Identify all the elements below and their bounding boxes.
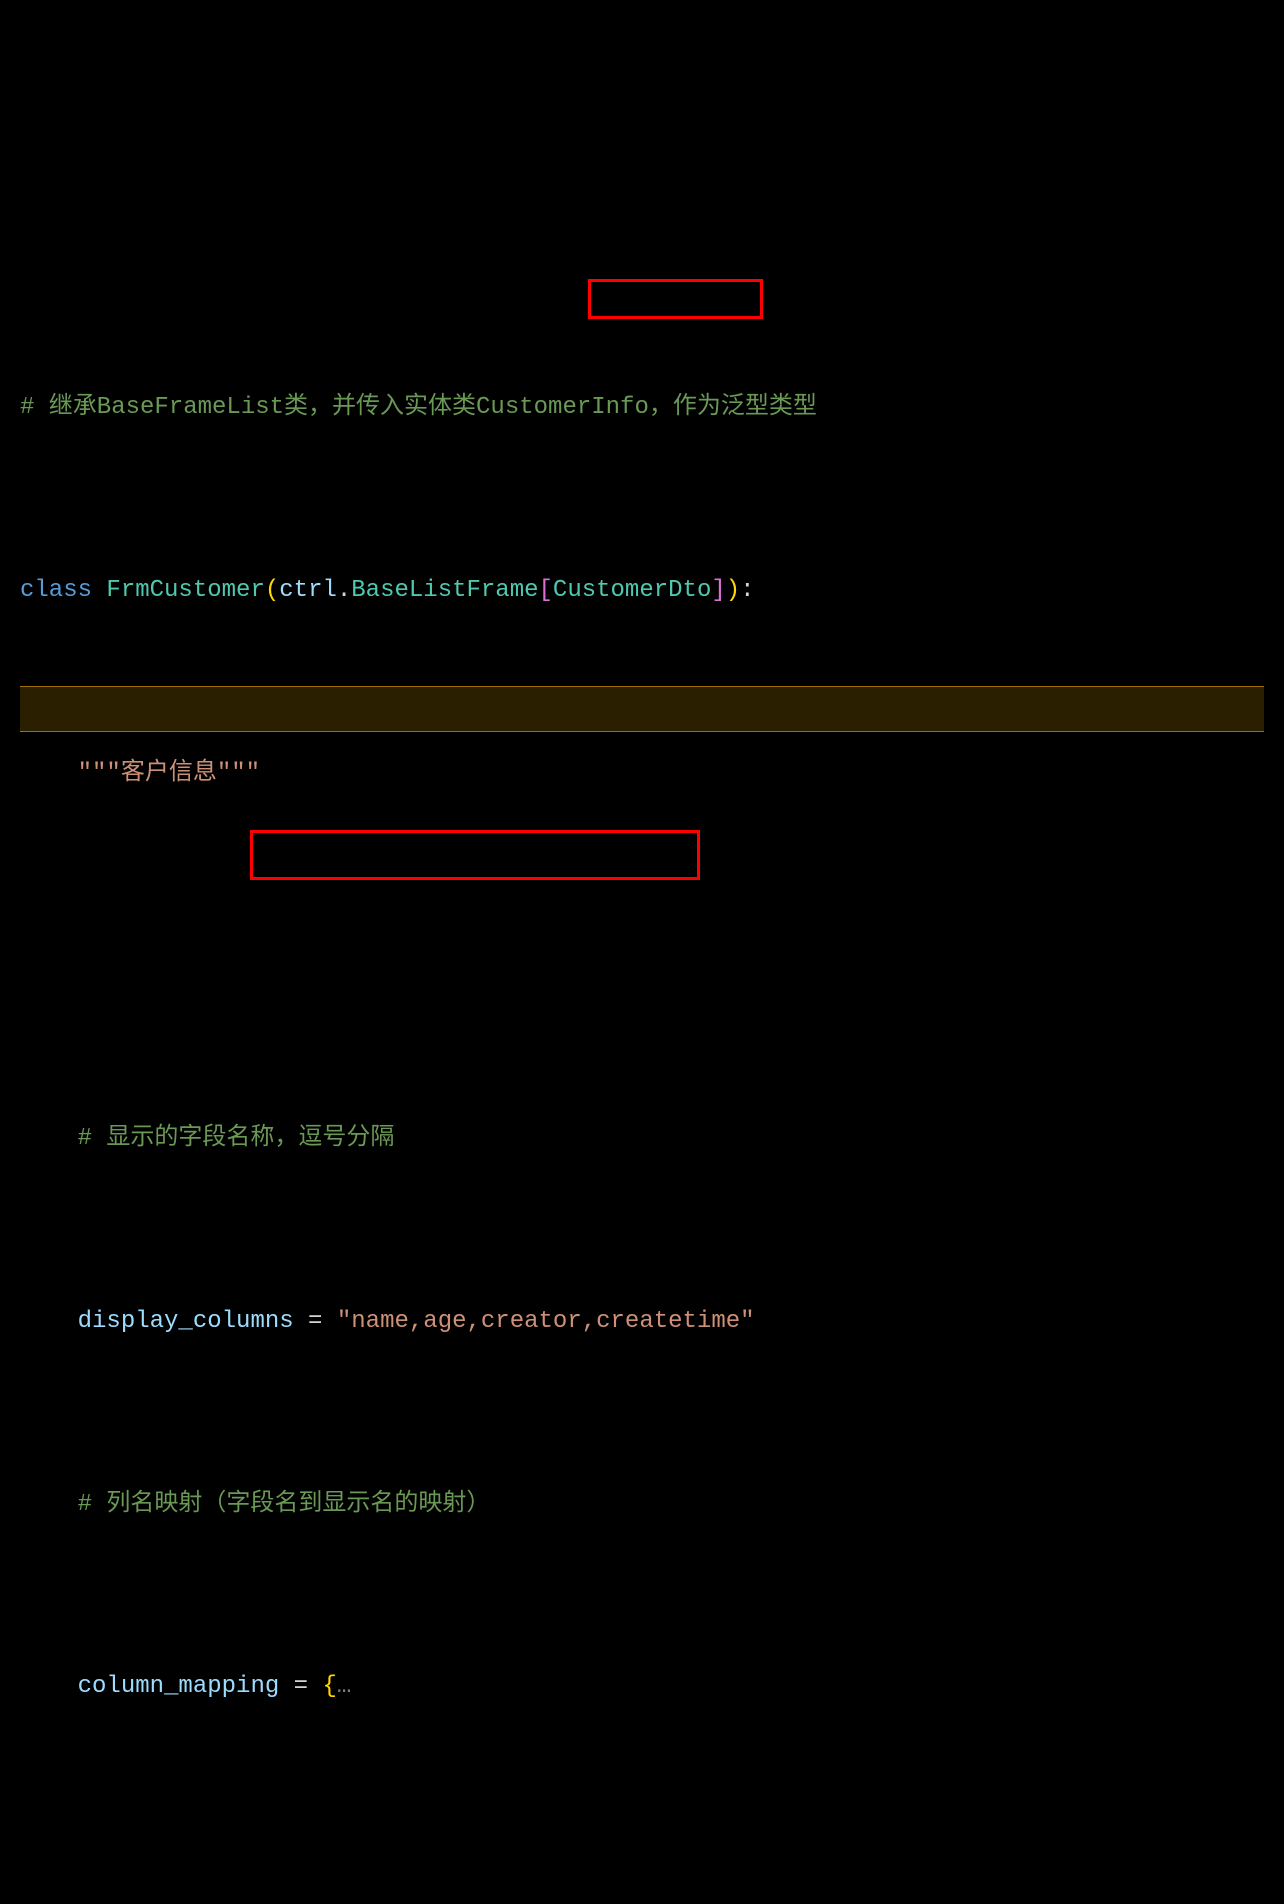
string-literal: "name,age,creator,createtime" <box>337 1299 755 1345</box>
code-line[interactable]: column_mapping = {… <box>20 1664 1264 1710</box>
fold-indicator[interactable]: … <box>337 1664 351 1710</box>
class-name: FrmCustomer <box>106 568 264 614</box>
code-line[interactable]: display_columns = "name,age,creator,crea… <box>20 1299 1264 1345</box>
variable: column_mapping <box>78 1664 280 1710</box>
code-line[interactable] <box>20 933 1264 979</box>
code-line[interactable]: class FrmCustomer(ctrl.BaseListFrame[Cus… <box>20 568 1264 614</box>
module: ctrl <box>279 568 337 614</box>
code-line[interactable]: # 显示的字段名称，逗号分隔 <box>20 1116 1264 1162</box>
code-line[interactable]: """客户信息""" <box>20 750 1264 796</box>
annotation-box <box>588 279 763 319</box>
code-line[interactable]: # 列名映射（字段名到显示名的映射） <box>20 1481 1264 1527</box>
variable: display_columns <box>78 1299 294 1345</box>
comment-text: # 显示的字段名称，逗号分隔 <box>78 1116 395 1162</box>
code-line[interactable]: # 继承BaseFrameList类，并传入实体类CustomerInfo，作为… <box>20 385 1264 431</box>
comment-text: # 列名映射（字段名到显示名的映射） <box>78 1482 491 1528</box>
generic-type: CustomerDto <box>553 568 711 614</box>
docstring: """客户信息""" <box>78 751 260 797</box>
base-class: BaseListFrame <box>351 568 538 614</box>
annotation-box <box>250 830 700 880</box>
keyword: class <box>20 568 92 614</box>
current-line-highlight <box>20 686 1264 732</box>
comment-text: # 继承BaseFrameList类，并传入实体类CustomerInfo，作为… <box>20 385 817 431</box>
code-line[interactable] <box>20 1847 1264 1893</box>
code-editor[interactable]: # 继承BaseFrameList类，并传入实体类CustomerInfo，作为… <box>20 202 1264 1904</box>
